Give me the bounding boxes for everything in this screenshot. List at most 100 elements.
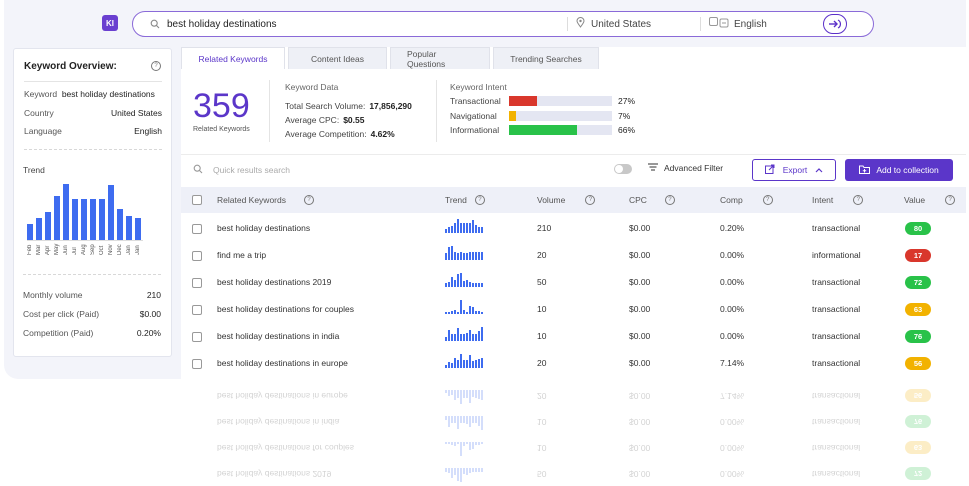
filter-toggle[interactable] (614, 164, 632, 174)
trend-spark-bar (472, 307, 474, 314)
col-trend[interactable]: Trend? (445, 195, 485, 205)
search-submit-button[interactable] (823, 14, 847, 34)
trend-spark-bar (466, 360, 468, 368)
col-value[interactable]: Value? (904, 195, 956, 205)
trend-spark-bar (469, 252, 471, 260)
col-intent[interactable]: Intent? (812, 195, 864, 205)
monthly-volume-value: 210 (146, 290, 161, 300)
select-all-checkbox[interactable] (192, 195, 202, 205)
help-icon[interactable]: ? (664, 195, 675, 205)
trend-month-label: Aug (81, 244, 87, 255)
language-label: Language (24, 126, 62, 136)
trend-spark-bar (481, 390, 483, 400)
tab-related-keywords[interactable]: Related Keywords (181, 47, 285, 69)
overview-keyword: Keyword best holiday destinations (24, 89, 155, 99)
trend-spark-bar (445, 390, 447, 393)
keyword-cell[interactable]: best holiday destinations (217, 223, 310, 233)
tab-content-ideas[interactable]: Content Ideas (288, 47, 387, 69)
trend-spark-bar (454, 468, 456, 475)
volume-cell: 20 (537, 250, 547, 260)
keyword-cell[interactable]: best holiday destinations in europe (217, 358, 348, 368)
trend-spark-bar (457, 442, 459, 444)
help-icon[interactable]: ? (585, 195, 596, 205)
advanced-filter-button[interactable]: Advanced Filter (648, 163, 723, 173)
trend-sparkline (445, 272, 491, 287)
keyword-cell[interactable]: best holiday destinations in india (217, 331, 339, 341)
trend-spark-bar (469, 330, 471, 341)
col-comp[interactable]: Comp? (720, 195, 773, 205)
col-volume[interactable]: Volume? (537, 195, 596, 205)
comp-cell: 0.00% (720, 304, 745, 314)
total-volume-value: 17,856,290 (369, 101, 412, 111)
row-checkbox[interactable] (192, 305, 202, 315)
table-row[interactable]: best holiday destinations in india 10 $0.0… (181, 323, 966, 350)
cpc-cell: $0.00 (629, 223, 651, 233)
help-icon[interactable]: ? (474, 195, 485, 205)
intent-label: Navigational (450, 110, 497, 121)
country-select[interactable]: United States (576, 17, 700, 31)
trend-month-labels: Feb Mar Apr May Jun Jul Aug Sep Oct Nov Dec Jan Jan (27, 241, 143, 255)
row-checkbox[interactable] (192, 278, 202, 288)
divider (567, 17, 568, 31)
row-checkbox[interactable] (192, 359, 202, 369)
trend-spark-bar (454, 310, 456, 314)
trend-spark-bar (472, 283, 474, 287)
row-checkbox[interactable] (192, 224, 202, 234)
language-select[interactable]: English (709, 17, 819, 31)
trend-spark-bar (466, 223, 468, 233)
keyword-input[interactable] (167, 18, 567, 30)
table-row[interactable]: find me a trip 20 $0.00 0.00% informational 1… (181, 242, 966, 269)
col-cpc[interactable]: CPC? (629, 195, 675, 205)
keyword-intent-title: Keyword Intent (450, 82, 507, 92)
trend-spark-bar (451, 226, 453, 233)
trend-spark-bar (454, 358, 456, 368)
table-row[interactable]: best holiday destinations 2019 50 $0.00 0.0… (181, 269, 966, 296)
table-row[interactable]: best holiday destinations 210 $0.00 0.20% tr… (181, 215, 966, 242)
export-button[interactable]: Export (752, 159, 836, 181)
keyword-cell[interactable]: best holiday destinations 2019 (217, 277, 331, 287)
tab-trending-searches[interactable]: Trending Searches (493, 47, 599, 69)
trend-spark-bar (478, 359, 480, 368)
trend-month-label: Jan (126, 245, 132, 255)
trend-spark-bar (472, 334, 474, 341)
avg-cpc-value: $0.55 (343, 115, 365, 125)
help-icon[interactable]: ? (853, 195, 864, 205)
app-logo[interactable]: KI (102, 15, 118, 31)
row-checkbox[interactable] (192, 332, 202, 342)
trend-spark-bar (448, 312, 450, 314)
help-icon[interactable]: ? (151, 61, 161, 71)
trend-spark-bar (460, 334, 462, 341)
trend-month-label: Sep (90, 244, 96, 255)
cpc-row: Cost per click (Paid) $0.00 (23, 309, 161, 319)
trend-bar (45, 212, 51, 240)
help-icon[interactable]: ? (945, 195, 956, 205)
trend-spark-bar (466, 280, 468, 287)
intent-cell: transactional (812, 469, 861, 479)
trend-spark-bar (457, 328, 459, 341)
row-checkbox[interactable] (192, 251, 202, 261)
help-icon[interactable]: ? (303, 195, 314, 205)
tab-popular-questions[interactable]: Popular Questions (390, 47, 490, 69)
help-icon[interactable]: ? (762, 195, 773, 205)
value-badge: 56 (905, 389, 931, 402)
trend-spark-bar (478, 331, 480, 341)
overview-title: Keyword Overview: (24, 61, 117, 72)
translate-icon (709, 17, 729, 31)
keyword-cell[interactable]: find me a trip (217, 250, 266, 260)
trend-sparkline (445, 353, 491, 368)
table-row[interactable]: best holiday destinations in europe 20 $0.… (181, 350, 966, 377)
add-to-collection-button[interactable]: Add to collection (845, 159, 953, 181)
table-row[interactable]: best holiday destinations for couples 10 $… (181, 296, 966, 323)
monthly-volume-row: Monthly volume 210 (23, 290, 161, 300)
col-related-keywords[interactable]: Related Keywords? (217, 195, 314, 205)
quick-search[interactable]: Quick results search (193, 164, 290, 176)
intent-cell: transactional (812, 417, 861, 427)
filter-icon (648, 163, 658, 173)
trend-sparkline (445, 390, 491, 405)
trend-month-label: Jul (72, 247, 78, 255)
trend-spark-bar (481, 358, 483, 368)
keyword-cell[interactable]: best holiday destinations for couples (217, 304, 354, 314)
competition-label: Competition (Paid) (23, 328, 94, 338)
comp-cell: 7.14% (720, 358, 745, 368)
trend-sparkline (445, 416, 491, 431)
